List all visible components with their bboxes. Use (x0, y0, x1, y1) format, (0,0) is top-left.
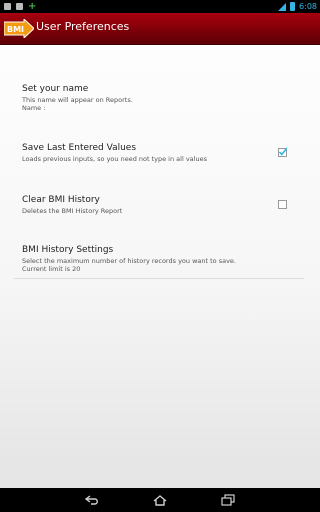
pref-set-name[interactable]: Set your name This name will appear on R… (22, 84, 298, 112)
pref-summary: Deletes the BMI History Report (22, 207, 123, 215)
pref-summary: Loads previous inputs, so you need not t… (22, 155, 207, 163)
status-system-icons: 6:08 (278, 1, 317, 12)
page-title: User Preferences (36, 20, 130, 33)
status-bar: + 6:08 (0, 0, 320, 13)
pref-title: Save Last Entered Values (22, 143, 137, 153)
status-notifications: + (4, 1, 37, 12)
notification-icon (4, 3, 11, 10)
back-icon[interactable] (84, 494, 100, 506)
app-logo-icon[interactable]: BMI (4, 19, 34, 38)
pref-summary: Name : (22, 104, 46, 112)
add-icon: + (28, 1, 37, 12)
home-icon[interactable] (152, 494, 168, 506)
logo-text: BMI (7, 25, 24, 34)
checkmark-icon (278, 147, 287, 156)
signal-icon (278, 2, 287, 11)
pref-save-last-values[interactable]: Save Last Entered Values Loads previous … (22, 143, 298, 163)
recent-apps-icon[interactable] (220, 494, 236, 506)
clear-history-checkbox[interactable] (278, 200, 287, 209)
navigation-bar (0, 488, 320, 512)
status-clock: 6:08 (299, 2, 317, 11)
pref-summary: This name will appear on Reports. (22, 96, 133, 104)
pref-title: BMI History Settings (22, 245, 114, 255)
pref-clear-history[interactable]: Clear BMI History Deletes the BMI Histor… (22, 195, 298, 215)
pref-summary: Current limit is 20 (22, 265, 81, 273)
pref-title: Clear BMI History (22, 195, 100, 205)
notification-icon (16, 3, 23, 10)
pref-summary: Select the maximum number of history rec… (22, 257, 236, 265)
pref-history-settings[interactable]: BMI History Settings Select the maximum … (22, 245, 298, 273)
action-bar: BMI User Preferences (0, 13, 320, 45)
save-last-values-checkbox[interactable] (278, 147, 287, 157)
pref-title: Set your name (22, 84, 89, 94)
battery-icon (290, 2, 296, 11)
divider (14, 278, 304, 279)
